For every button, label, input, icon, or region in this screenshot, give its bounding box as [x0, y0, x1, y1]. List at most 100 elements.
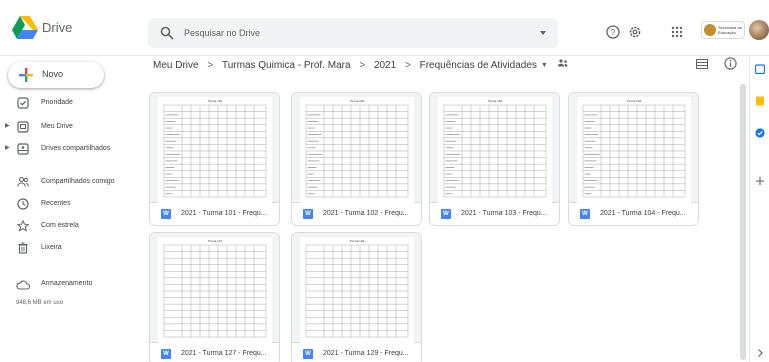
search-icon[interactable] [160, 26, 174, 40]
student-name-scribble [445, 147, 454, 149]
sidebar-item-label: Compartilhados comigo [41, 178, 115, 185]
chevron-down-icon: ▼ [540, 61, 548, 69]
help-icon[interactable]: ? [606, 25, 620, 39]
sidebar-item-shared-with-me[interactable]: Compartilhados comigo [0, 171, 140, 193]
preview-title: Turma 101 [208, 99, 223, 103]
new-button[interactable]: Novo [8, 62, 104, 88]
apps-grid-icon[interactable] [670, 25, 684, 39]
file-card[interactable]: Turma 103 W 2021 - Turma 103 - Frequ... [429, 92, 560, 226]
table-grid-lines [305, 104, 409, 198]
breadcrumb-item[interactable]: Turmas Quimica - Prof. Mara [222, 60, 351, 71]
calendar-icon[interactable] [755, 64, 765, 74]
student-name-scribble [307, 173, 314, 175]
breadcrumb-item[interactable]: 2021 [374, 60, 396, 71]
file-card-footer[interactable]: W 2021 - Turma 101 - Frequ... [150, 204, 279, 225]
file-card-footer[interactable]: W 2021 - Turma 127 - Frequ... [150, 344, 279, 362]
student-name-scribble [165, 186, 176, 188]
file-thumbnail: Turma 104 [569, 93, 698, 203]
add-addon-icon[interactable] [755, 176, 765, 186]
file-card[interactable]: Turma 129 W 2021 - Turma 129 - Frequ... [291, 232, 422, 362]
people-icon [17, 176, 29, 187]
file-card[interactable]: Turma 102 W 2021 - Turma 102 - Frequ... [291, 92, 422, 226]
chevron-right-icon[interactable] [755, 348, 765, 358]
list-view-icon[interactable] [696, 59, 708, 69]
student-name-scribble [445, 127, 453, 129]
check-circle-icon [17, 97, 29, 109]
student-name-scribble [445, 134, 460, 136]
sidebar-item-label: Lixeira [41, 244, 62, 251]
clock-icon [17, 198, 29, 210]
student-name-scribble [165, 140, 177, 142]
student-name-scribble [307, 140, 319, 142]
student-name-scribble [584, 160, 597, 162]
sidebar-item-shared-drives[interactable]: ▶ Drives compartilhados [0, 138, 140, 160]
file-card-footer[interactable]: W 2021 - Turma 104 - Frequ... [569, 204, 698, 225]
search-bar[interactable] [148, 18, 558, 48]
search-input[interactable] [184, 18, 514, 48]
trash-icon [18, 242, 28, 254]
student-name-scribble [584, 147, 593, 149]
file-card[interactable]: Turma 127 W 2021 - Turma 127 - Frequ... [149, 232, 280, 362]
student-name-scribble [165, 167, 175, 168]
settings-icon[interactable] [628, 25, 642, 39]
student-name-scribble [165, 153, 181, 155]
student-name-scribble [307, 193, 315, 195]
student-name-scribble [307, 121, 318, 122]
avatar[interactable] [749, 20, 769, 40]
storage-label[interactable]: Armazenamento [41, 280, 92, 287]
table-grid-lines [443, 104, 547, 198]
document-preview: Turma 127 [158, 237, 272, 343]
student-name-scribble [307, 167, 317, 168]
student-name-scribble [445, 193, 453, 195]
tasks-icon[interactable] [755, 128, 765, 138]
sidebar-item-priority[interactable]: Prioridade [0, 92, 140, 114]
sidebar-item-my-drive[interactable]: ▶ Meu Drive [0, 116, 140, 138]
current-folder-name: Frequências de Atividades [419, 59, 537, 71]
preview-title: Turma 103 [488, 99, 503, 103]
search-options-icon[interactable] [538, 28, 548, 38]
expand-caret-icon[interactable]: ▶ [5, 144, 10, 151]
side-panel-rail [749, 56, 769, 362]
word-document-icon: W [161, 349, 171, 359]
plus-icon [19, 68, 33, 82]
sidebar-item-trash[interactable]: Lixeira [0, 237, 140, 259]
expand-caret-icon[interactable]: ▶ [5, 122, 10, 129]
document-preview: Turma 103 [438, 97, 552, 203]
info-icon[interactable] [724, 57, 737, 70]
file-card[interactable]: Turma 101 W 2021 - Turma 101 - Frequ... [149, 92, 280, 226]
sidebar-item-recent[interactable]: Recentes [0, 193, 140, 215]
student-name-scribble [445, 153, 461, 155]
file-thumbnail: Turma 103 [430, 93, 559, 203]
sidebar-item-label: Prioridade [41, 99, 73, 106]
sidebar-item-starred[interactable]: Com estrela [0, 215, 140, 237]
student-name-scribble [445, 180, 459, 182]
document-preview: Turma 129 [300, 237, 414, 343]
account-switcher[interactable]: Secretaria de Educação [701, 21, 745, 39]
sidebar-item-label: Meu Drive [41, 123, 73, 130]
file-card[interactable]: Turma 104 W 2021 - Turma 104 - Frequ... [568, 92, 699, 226]
student-name-scribble [584, 193, 592, 195]
file-thumbnail: Turma 101 [150, 93, 279, 203]
breadcrumb-current-folder[interactable]: Frequências de Atividades ▼ [420, 60, 548, 71]
file-card-footer[interactable]: W 2021 - Turma 129 - Frequ... [292, 344, 421, 362]
file-card-footer[interactable]: W 2021 - Turma 103 - Frequ... [430, 204, 559, 225]
scrollbar[interactable] [739, 80, 747, 362]
student-name-scribble [165, 114, 179, 116]
file-card-footer[interactable]: W 2021 - Turma 102 - Frequ... [292, 204, 421, 225]
scrollbar-thumb[interactable] [740, 84, 746, 360]
file-name: 2021 - Turma 102 - Frequ... [323, 210, 409, 217]
app-name[interactable]: Drive [42, 20, 72, 35]
attendance-table-preview: Turma 101 [163, 99, 267, 198]
drive-logo-icon[interactable] [12, 16, 38, 40]
preview-title: Turma 127 [208, 239, 223, 243]
student-name-scribble [584, 167, 594, 168]
student-name-scribble [307, 147, 316, 149]
shared-folder-icon[interactable] [557, 58, 569, 68]
attendance-table-preview: Turma 103 [443, 99, 547, 198]
breadcrumb-item[interactable]: Meu Drive [153, 60, 199, 71]
sidebar-item-label: Recentes [41, 200, 71, 207]
keep-icon[interactable] [755, 96, 765, 106]
student-name-scribble [584, 114, 598, 116]
file-name: 2021 - Turma 101 - Frequ... [181, 210, 267, 217]
storage-usage-text: 948,6 MB em uso [16, 300, 64, 306]
